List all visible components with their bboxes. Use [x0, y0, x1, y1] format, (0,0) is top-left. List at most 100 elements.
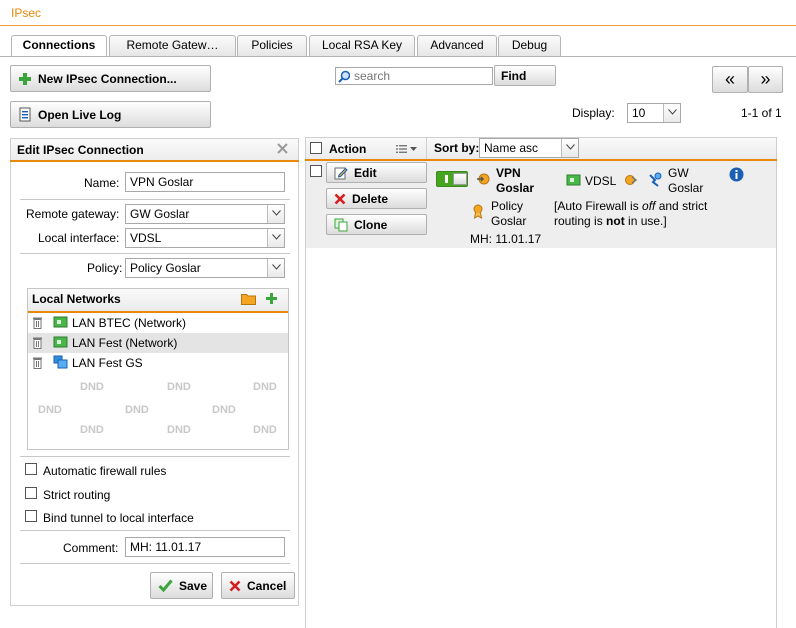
delete-label: Delete	[352, 191, 389, 206]
header-divider	[426, 138, 427, 160]
bind-tunnel-checkbox[interactable]	[25, 510, 37, 522]
row-checkbox[interactable]	[310, 165, 322, 177]
remote-gateway-select[interactable]: GW Goslar	[125, 204, 285, 224]
clone-button[interactable]: Clone	[326, 214, 427, 235]
dnd-placeholder: DND	[212, 404, 236, 416]
divider	[20, 563, 290, 564]
policy-label: Policy:	[87, 261, 123, 275]
note-text: and strict	[655, 199, 708, 213]
bind-tunnel-label: Bind tunnel to local interface	[43, 511, 194, 525]
note-text: [Auto Firewall is	[554, 199, 643, 213]
next-page-button[interactable]: »	[748, 66, 783, 93]
folder-icon[interactable]	[241, 293, 256, 305]
clone-label: Clone	[354, 217, 388, 232]
search-field[interactable]	[335, 67, 493, 85]
dnd-placeholder: DND	[167, 424, 191, 436]
page-title: IPsec	[11, 6, 42, 20]
delete-button[interactable]: Delete	[326, 188, 427, 209]
prev-page-button[interactable]: «	[712, 66, 748, 93]
edit-label: Edit	[354, 165, 377, 180]
policy-name: Policy	[491, 199, 524, 213]
tab-advanced[interactable]: Advanced	[417, 35, 497, 56]
note-text: in use.]	[624, 214, 667, 228]
trash-icon[interactable]	[32, 356, 43, 369]
chevron-down-icon	[267, 205, 284, 223]
info-icon[interactable]	[729, 167, 744, 182]
save-button[interactable]: Save	[150, 572, 213, 599]
trash-icon[interactable]	[32, 316, 43, 329]
dnd-placeholder: DND	[80, 381, 104, 393]
gateway-icon	[649, 172, 662, 187]
tab-local-rsa-key[interactable]: Local RSA Key	[309, 35, 415, 56]
sort-select[interactable]: Name asc	[479, 138, 579, 158]
find-label: Find	[501, 68, 527, 83]
chevron-down-icon	[267, 259, 284, 277]
local-interface-select[interactable]: VDSL	[125, 228, 285, 248]
list-item[interactable]: LAN Fest GS	[28, 353, 288, 373]
name-input[interactable]	[125, 172, 285, 192]
find-button[interactable]: Find	[494, 65, 556, 86]
delete-icon	[334, 193, 346, 204]
display-select[interactable]: 10	[627, 103, 681, 123]
search-input[interactable]	[350, 68, 490, 84]
divider	[20, 456, 290, 457]
page-info: 1-1 of 1	[741, 106, 782, 120]
dnd-placeholder: DND	[38, 404, 62, 416]
policy-icon	[473, 204, 483, 219]
gateway-name: GW	[668, 166, 689, 180]
connection-name-cont: Goslar	[496, 181, 535, 195]
plus-icon	[19, 72, 31, 85]
comment-label: Comment:	[63, 541, 119, 555]
tab-remote-gateways[interactable]: Remote Gatew…	[109, 35, 236, 56]
connection-icon	[477, 173, 490, 185]
policy-select[interactable]: Policy Goslar	[125, 258, 285, 278]
note-emphasis: off	[642, 199, 656, 213]
cancel-button[interactable]: Cancel	[221, 572, 295, 599]
select-all-checkbox[interactable]	[310, 142, 322, 154]
network-icon	[53, 336, 68, 348]
comment-input[interactable]	[125, 537, 285, 557]
policy-value: Policy Goslar	[130, 261, 201, 275]
prev-page-label: «	[724, 69, 735, 89]
enable-toggle[interactable]	[436, 171, 468, 187]
divider	[20, 530, 290, 531]
dnd-placeholder: DND	[167, 381, 191, 393]
network-name: LAN Fest GS	[72, 356, 143, 370]
close-icon	[229, 580, 241, 591]
network-name: LAN Fest (Network)	[72, 336, 178, 350]
new-ipsec-connection-button[interactable]: New IPsec Connection...	[10, 65, 211, 92]
checkmark-icon	[158, 579, 173, 592]
edit-panel-title: Edit IPsec Connection	[17, 143, 144, 157]
local-networks-title: Local Networks	[32, 292, 121, 306]
network-name: LAN BTEC (Network)	[72, 316, 187, 330]
toggle-on-mark	[445, 175, 448, 183]
action-column-label: Action	[329, 142, 367, 156]
column-menu-icon[interactable]	[396, 144, 418, 154]
next-page-label: »	[760, 69, 771, 89]
firewall-note: [Auto Firewall is off and strict	[554, 199, 707, 213]
cancel-label: Cancel	[247, 578, 287, 593]
sort-by-label: Sort by:	[434, 141, 480, 155]
dnd-placeholder: DND	[125, 404, 149, 416]
edit-button[interactable]: Edit	[326, 162, 427, 183]
interface-icon	[566, 174, 581, 186]
note-emphasis: not	[606, 214, 625, 228]
strict-routing-checkbox[interactable]	[25, 487, 37, 499]
divider	[20, 253, 290, 254]
open-live-log-button[interactable]: Open Live Log	[10, 101, 211, 128]
trash-icon[interactable]	[32, 336, 43, 349]
tabs-divider	[0, 56, 796, 57]
chevron-down-icon	[267, 229, 284, 247]
chevron-down-icon	[561, 139, 578, 157]
name-label: Name:	[84, 176, 120, 190]
close-icon[interactable]	[277, 143, 288, 154]
connection-comment: MH: 11.01.17	[470, 232, 542, 246]
auto-firewall-checkbox[interactable]	[25, 463, 37, 475]
tab-policies[interactable]: Policies	[237, 35, 307, 56]
tab-debug[interactable]: Debug	[498, 35, 561, 56]
add-icon[interactable]	[265, 292, 278, 305]
tab-connections[interactable]: Connections	[11, 35, 107, 57]
list-item[interactable]: LAN Fest (Network)	[28, 333, 288, 353]
list-item[interactable]: LAN BTEC (Network)	[28, 313, 288, 333]
tunnel-arrow-icon	[625, 175, 638, 185]
